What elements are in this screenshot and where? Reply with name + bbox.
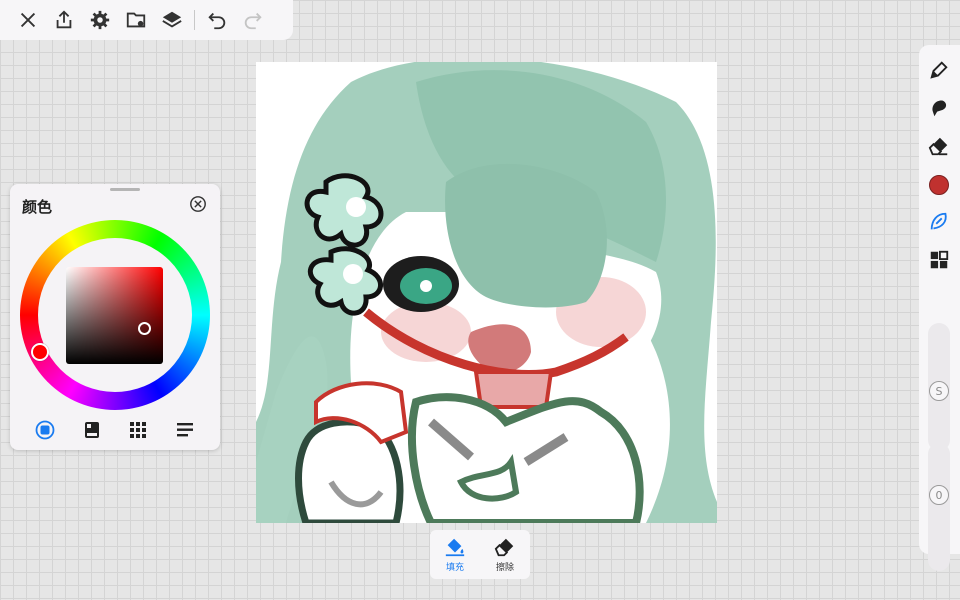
erase-label: 擦除	[495, 563, 514, 573]
pen-icon	[930, 61, 948, 79]
eraser-icon	[928, 137, 948, 156]
layers-button[interactable]	[154, 2, 190, 38]
gear-icon	[90, 10, 110, 30]
color-swatch[interactable]	[929, 175, 949, 195]
drawing-canvas[interactable]	[256, 62, 717, 523]
right-toolbar: S 0	[919, 45, 960, 571]
layout-icon	[930, 250, 949, 269]
paint-bucket-icon	[445, 538, 465, 557]
share-icon	[56, 10, 72, 29]
hue-cursor[interactable]	[31, 343, 49, 361]
artwork-image	[256, 62, 717, 523]
folder-icon	[126, 12, 146, 28]
top-toolbar	[0, 0, 293, 40]
list-icon	[176, 423, 193, 437]
share-button[interactable]	[46, 2, 82, 38]
fill-label: 填充	[445, 563, 464, 573]
grid-icon	[130, 422, 147, 438]
color-mode-tabs	[10, 416, 220, 444]
redo-button[interactable]	[235, 2, 271, 38]
opacity-knob[interactable]: 0	[929, 485, 949, 505]
brush-size-slider[interactable]: S	[928, 323, 950, 451]
smudge-icon	[932, 100, 947, 117]
fill-button[interactable]: 填充	[435, 536, 475, 573]
panel-title: 颜色	[22, 198, 53, 216]
color-panel: 颜色	[10, 184, 220, 450]
close-circle-icon	[190, 196, 206, 212]
folder-button[interactable]	[118, 2, 154, 38]
close-panel-button[interactable]	[189, 195, 207, 213]
sv-cursor[interactable]	[138, 322, 151, 335]
opacity-slider[interactable]: 0	[928, 443, 950, 571]
wheel-icon	[35, 420, 55, 440]
settings-button[interactable]	[82, 2, 118, 38]
erase-button[interactable]: 擦除	[485, 536, 525, 573]
tab-list[interactable]	[173, 418, 197, 442]
fill-erase-toolbar: 填充 擦除	[430, 530, 530, 579]
layout-tool-button[interactable]	[926, 247, 952, 273]
color-wheel[interactable]	[20, 220, 210, 410]
palette-icon	[84, 422, 99, 438]
saturation-value-square[interactable]	[66, 267, 163, 364]
undo-button[interactable]	[199, 2, 235, 38]
lasso-tool-button[interactable]	[926, 209, 952, 235]
eraser-icon	[494, 538, 514, 557]
tab-wheel[interactable]	[33, 418, 57, 442]
close-button[interactable]	[10, 2, 46, 38]
toolbar-divider	[194, 10, 195, 30]
lasso-icon	[930, 212, 947, 230]
undo-icon	[208, 12, 226, 30]
layers-icon	[162, 11, 182, 28]
drag-handle[interactable]	[110, 188, 140, 191]
pen-tool-button[interactable]	[926, 57, 952, 83]
eraser-tool-button[interactable]	[926, 133, 952, 159]
tab-grid[interactable]	[126, 418, 150, 442]
redo-icon	[244, 12, 262, 30]
tab-palette[interactable]	[80, 418, 104, 442]
smudge-tool-button[interactable]	[926, 95, 952, 121]
close-icon	[20, 12, 36, 28]
brush-size-knob[interactable]: S	[929, 381, 949, 401]
